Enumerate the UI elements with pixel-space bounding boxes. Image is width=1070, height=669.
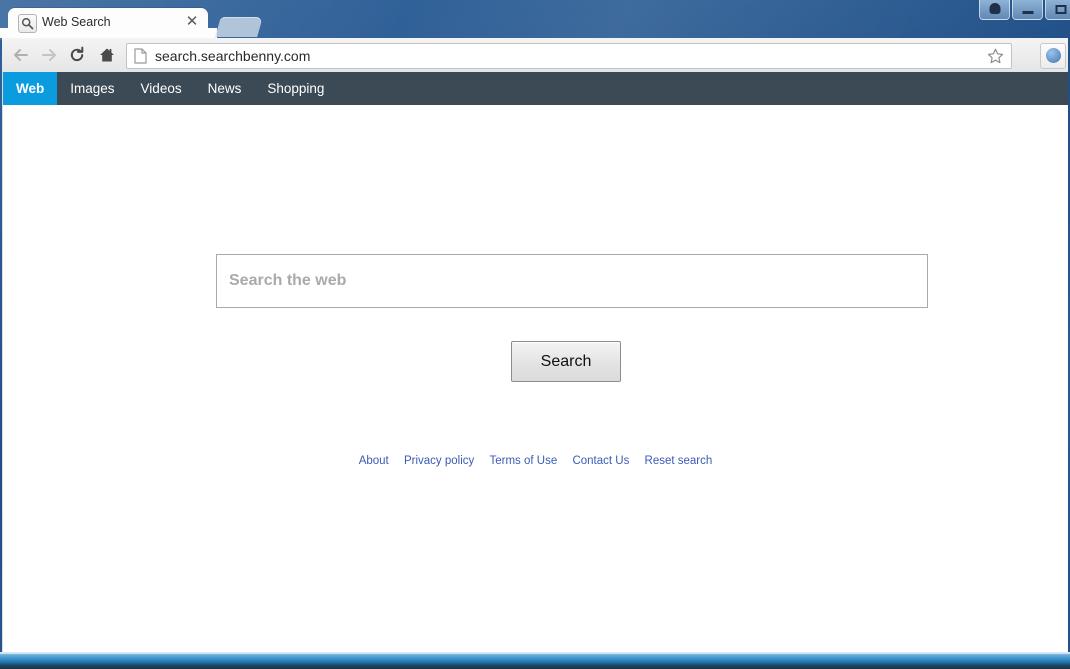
- home-icon[interactable]: [96, 44, 118, 66]
- footer-link-contact[interactable]: Contact Us: [572, 455, 629, 467]
- nav-item-videos[interactable]: Videos: [128, 72, 195, 105]
- nav-item-web[interactable]: Web: [3, 72, 58, 105]
- reload-icon[interactable]: [66, 44, 88, 66]
- footer-link-reset-search[interactable]: Reset search: [645, 455, 713, 467]
- new-tab-button[interactable]: [215, 17, 263, 37]
- search-input[interactable]: [217, 255, 927, 307]
- browser-toolbar: search.searchbenny.com: [2, 38, 1068, 73]
- page-viewport: Web Images Videos News Shopping Search A…: [2, 72, 1068, 652]
- tab-strip: Web Search ✕: [0, 0, 1070, 38]
- maximize-icon[interactable]: [1045, 0, 1070, 20]
- footer-links: About Privacy policy Terms of Use Contac…: [3, 455, 1068, 467]
- user-icon[interactable]: [979, 0, 1010, 20]
- minimize-icon[interactable]: [1012, 0, 1043, 20]
- site-navigation: Web Images Videos News Shopping: [3, 72, 1068, 105]
- footer-link-privacy[interactable]: Privacy policy: [404, 455, 474, 467]
- arrow-left-icon[interactable]: [10, 44, 32, 66]
- address-bar[interactable]: search.searchbenny.com: [126, 43, 1012, 69]
- search-icon: [18, 14, 37, 33]
- arrow-right-icon[interactable]: [38, 44, 60, 66]
- tab-title: Web Search: [42, 15, 111, 29]
- nav-item-shopping[interactable]: Shopping: [254, 72, 337, 105]
- nav-item-news[interactable]: News: [195, 72, 255, 105]
- address-bar-url: search.searchbenny.com: [155, 48, 311, 64]
- page-icon: [134, 48, 147, 69]
- search-box[interactable]: [216, 254, 928, 308]
- footer-link-terms[interactable]: Terms of Use: [489, 455, 557, 467]
- window-bottom-edge: [0, 652, 1070, 669]
- tab-web-search[interactable]: Web Search ✕: [0, 8, 217, 38]
- nav-item-images[interactable]: Images: [57, 72, 127, 105]
- window-caption-buttons: [979, 0, 1070, 20]
- search-button[interactable]: Search: [511, 341, 621, 382]
- close-icon[interactable]: ✕: [184, 14, 200, 30]
- extension-icon[interactable]: [1040, 43, 1066, 69]
- star-icon[interactable]: [987, 48, 1004, 69]
- footer-link-about[interactable]: About: [359, 455, 389, 467]
- browser-window: Web Search ✕ search.searchbenny.com Web …: [0, 0, 1070, 669]
